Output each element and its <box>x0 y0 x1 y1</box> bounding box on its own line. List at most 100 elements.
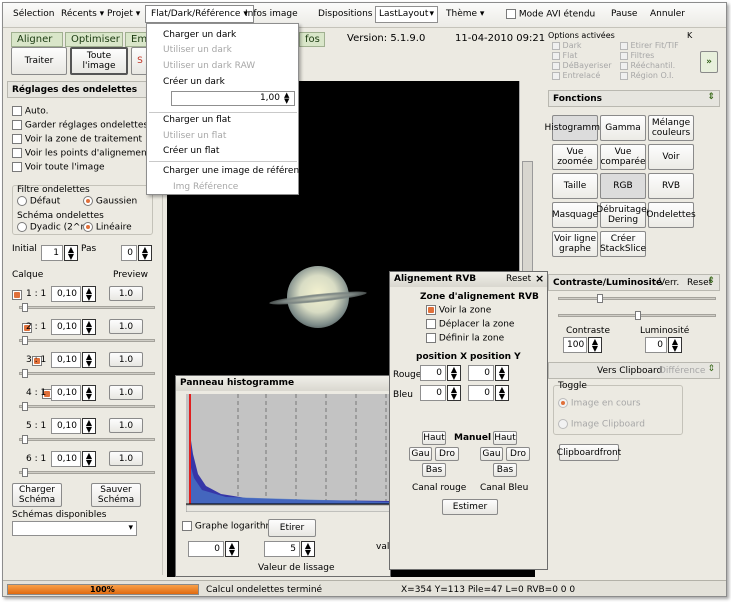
option-voir-zone[interactable]: Voir la zone de traitement <box>12 134 142 145</box>
bleu-x-spinner[interactable]: ▲ ▼ <box>447 385 461 401</box>
layer-value-input[interactable]: 0,10 <box>51 418 81 434</box>
schemas-select[interactable]: ▾ <box>12 521 137 536</box>
annuler-button[interactable]: Annuler <box>650 9 685 19</box>
menu-flat-dark-reference[interactable]: Flat/Dark/Référence ▾ <box>145 5 254 23</box>
verr-toggle[interactable]: Verr. <box>659 278 679 288</box>
radio[interactable] <box>558 419 568 429</box>
rouge-x-spinner[interactable]: ▲ ▼ <box>447 365 461 381</box>
layer-value-spinner[interactable]: ▲ ▼ <box>82 319 96 335</box>
histogramme-button[interactable]: Histogramme <box>545 115 606 141</box>
layer-value-spinner[interactable]: ▲ ▼ <box>82 451 96 467</box>
melange-couleurs-button[interactable]: Mélange couleurs <box>648 115 694 141</box>
debruitage-dering-button[interactable]: Débruitage/ Dering <box>596 202 650 228</box>
menu-recents[interactable]: Récents ▾ <box>61 9 104 19</box>
bleu-y-spinner[interactable]: ▲ ▼ <box>495 385 509 401</box>
charger-reference-item[interactable]: Charger une image de référence <box>163 166 310 176</box>
avi-mode-checkbox[interactable] <box>506 9 516 19</box>
image-en-cours-option[interactable]: Image en cours <box>558 398 641 409</box>
radio[interactable] <box>17 196 27 206</box>
checkbox[interactable] <box>12 148 22 158</box>
slider-knob[interactable] <box>22 336 28 345</box>
traiter-button[interactable]: Traiter <box>11 47 67 75</box>
option-voir-toute-image[interactable]: Voir toute l'image <box>12 162 105 173</box>
tab-infos[interactable]: fos <box>299 32 325 47</box>
checkbox[interactable] <box>426 319 436 329</box>
layer-preview-button[interactable]: 1.0 <box>109 385 143 400</box>
creer-dark-item[interactable]: Créer un dark <box>163 77 225 87</box>
layer-slider[interactable] <box>19 336 155 345</box>
taille-button[interactable]: Taille <box>552 173 598 199</box>
charger-dark-item[interactable]: Charger un dark <box>163 30 236 40</box>
layer-preview-button[interactable]: 1.0 <box>109 352 143 367</box>
layout-select[interactable]: LastLayout ▾ <box>375 6 438 23</box>
charger-flat-item[interactable]: Charger un flat <box>163 115 231 125</box>
expand-panel-button[interactable]: » <box>700 51 718 73</box>
slider-knob[interactable] <box>635 311 641 320</box>
bleu-y-input[interactable]: 0 <box>468 385 494 401</box>
toute-image-button[interactable]: Toute l'image <box>70 47 128 75</box>
contraste-spinner[interactable]: ▲ ▼ <box>588 337 602 353</box>
layer-slider[interactable] <box>19 369 155 378</box>
close-icon[interactable]: × <box>535 272 544 285</box>
layer-enabled-checkbox[interactable] <box>12 290 22 300</box>
utiliser-dark-raw-item[interactable]: Utiliser un dark RAW <box>163 61 255 71</box>
pause-button[interactable]: Pause <box>611 9 637 19</box>
clipboardfront-button[interactable]: Clipboardfront <box>557 444 621 461</box>
collapse-icon[interactable]: ⇕ <box>707 92 715 102</box>
schema-lineaire[interactable]: Linéaire <box>83 222 132 233</box>
pas-spinner[interactable]: ▲ ▼ <box>138 245 152 261</box>
log-graph-option[interactable]: Graphe logarithme <box>182 521 280 532</box>
avi-mode-toggle[interactable]: Mode AVI étendu <box>506 9 595 20</box>
luminosite-slider[interactable] <box>558 311 716 320</box>
rouge-dro-button[interactable]: Dro <box>435 447 459 461</box>
slider-knob[interactable] <box>22 402 28 411</box>
schema-dyadic[interactable]: Dyadic (2^n) <box>17 222 90 233</box>
sauver-schema-button[interactable]: Sauver Schéma <box>91 483 141 507</box>
rouge-y-spinner[interactable]: ▲ ▼ <box>495 365 509 381</box>
vers-clipboard-tab[interactable]: Vers Clipboard <box>597 366 662 376</box>
layer-value-input[interactable]: 0,10 <box>51 319 81 335</box>
collapse-icon[interactable]: ⇕ <box>707 276 715 286</box>
radio[interactable] <box>83 222 93 232</box>
filter-gaussien[interactable]: Gaussien <box>83 196 137 207</box>
slider-knob[interactable] <box>22 468 28 477</box>
initial-spinner[interactable]: ▲ ▼ <box>64 245 78 261</box>
bleu-x-input[interactable]: 0 <box>420 385 446 401</box>
dark-value-spinner[interactable]: ▲ ▼ <box>284 92 289 105</box>
bleu-gau-button[interactable]: Gau <box>480 447 503 461</box>
tab-optimiser[interactable]: Optimiser <box>65 32 123 47</box>
radio[interactable] <box>558 398 568 408</box>
masquage-button[interactable]: Masquage <box>552 202 598 228</box>
lissage-spinner[interactable]: ▲ ▼ <box>301 541 315 557</box>
rouge-bas-button[interactable]: Bas <box>422 463 446 477</box>
rvb-button[interactable]: RVB <box>648 173 694 199</box>
image-clipboard-option[interactable]: Image Clipboard <box>558 419 645 430</box>
layer-slider[interactable] <box>19 468 155 477</box>
charger-schema-button[interactable]: Charger Schéma <box>12 483 62 507</box>
rouge-gau-button[interactable]: Gau <box>409 447 432 461</box>
layer-value-spinner[interactable]: ▲ ▼ <box>82 418 96 434</box>
checkbox[interactable] <box>12 134 22 144</box>
option-voir-points[interactable]: Voir les points d'alignement <box>12 148 150 159</box>
ondelettes-button[interactable]: Ondelettes <box>646 202 696 228</box>
layer-value-input[interactable]: 0,10 <box>51 352 81 368</box>
slider-knob[interactable] <box>22 435 28 444</box>
layer-slider[interactable] <box>19 435 155 444</box>
utiliser-dark-item[interactable]: Utiliser un dark <box>163 45 232 55</box>
rouge-y-input[interactable]: 0 <box>468 365 494 381</box>
layer-slider[interactable] <box>19 402 155 411</box>
rvb-reset-button[interactable]: Reset <box>506 274 531 284</box>
initial-input[interactable]: 1 <box>41 245 63 261</box>
slider-knob[interactable] <box>22 303 28 312</box>
gamma-button[interactable]: Gamma <box>600 115 646 141</box>
menu-projet[interactable]: Projet ▾ <box>107 9 140 19</box>
creer-flat-item[interactable]: Créer un flat <box>163 146 219 156</box>
menu-selection[interactable]: Sélection <box>13 9 54 19</box>
contraste-slider[interactable] <box>558 294 716 303</box>
layer-value-spinner[interactable]: ▲ ▼ <box>82 385 96 401</box>
checkbox[interactable] <box>12 106 22 116</box>
radio[interactable] <box>83 196 93 206</box>
histogram-min-spinner[interactable]: ▲ ▼ <box>225 541 239 557</box>
bleu-bas-button[interactable]: Bas <box>493 463 517 477</box>
histogram-min-input[interactable]: 0 <box>188 541 224 557</box>
